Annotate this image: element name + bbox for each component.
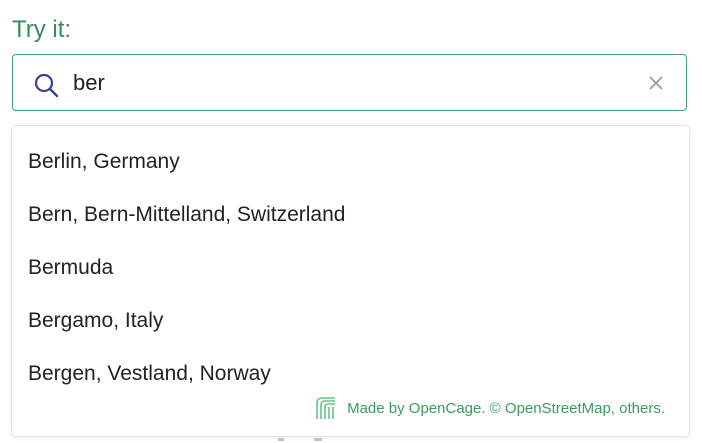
close-icon[interactable] (644, 71, 668, 95)
attribution-text[interactable]: Made by OpenCage. © OpenStreetMap, other… (347, 400, 665, 417)
partial-text-fragment (278, 438, 322, 441)
suggestion-item[interactable]: Bermuda (28, 254, 113, 282)
suggestion-item[interactable]: Berlin, Germany (28, 148, 180, 176)
suggestion-item[interactable]: Bern, Bern-Mittelland, Switzerland (28, 201, 345, 229)
search-input[interactable] (73, 65, 613, 101)
attribution-footer: Made by OpenCage. © OpenStreetMap, other… (315, 396, 665, 420)
opencage-logo-icon (316, 397, 336, 419)
search-icon (34, 73, 59, 98)
page: Try it: Berlin, Germany Bern, Bern-Mitte… (0, 0, 702, 443)
page-heading: Try it: (12, 16, 72, 43)
suggestion-item[interactable]: Bergamo, Italy (28, 307, 163, 335)
suggestion-item[interactable]: Bergen, Vestland, Norway (28, 360, 271, 388)
search-box[interactable] (12, 54, 687, 111)
suggestions-dropdown: Berlin, Germany Bern, Bern-Mittelland, S… (11, 125, 690, 437)
